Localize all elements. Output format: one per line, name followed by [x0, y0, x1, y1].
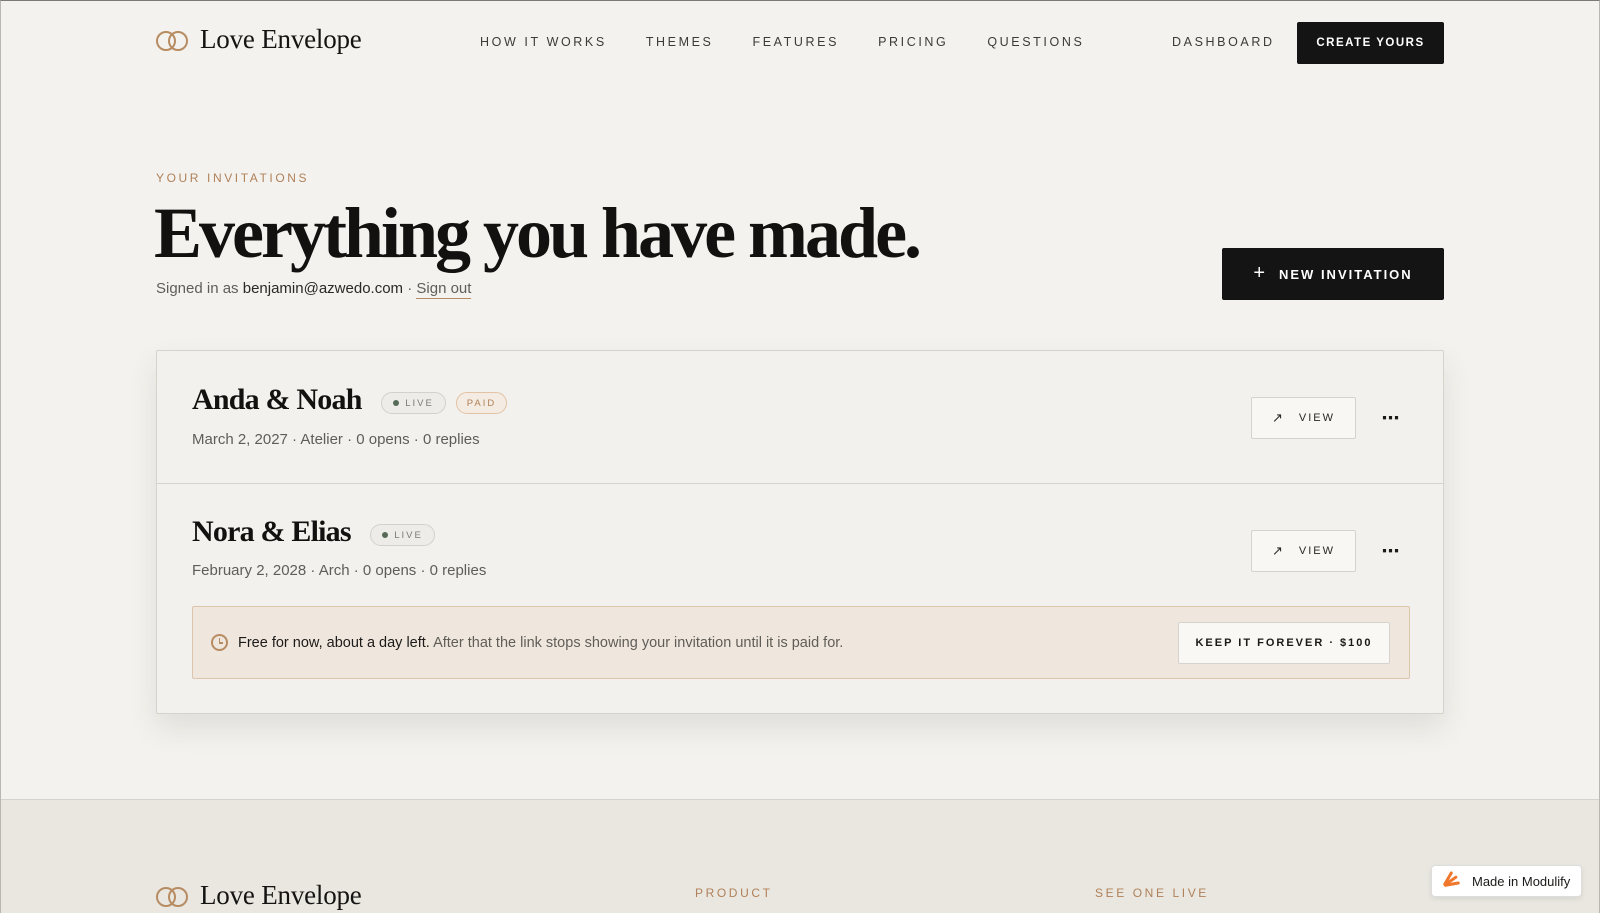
view-button[interactable]: ↗ VIEW	[1251, 397, 1356, 439]
nav-features[interactable]: FEATURES	[753, 35, 840, 49]
sign-out-link[interactable]: Sign out	[416, 280, 472, 299]
nav-links: HOW IT WORKS THEMES FEATURES PRICING QUE…	[480, 35, 1123, 49]
footer-heading-product: PRODUCT	[695, 886, 773, 900]
trial-notice-text: After that the link stops showing your i…	[429, 635, 844, 651]
footer-brand-name: Love Envelope	[200, 880, 362, 910]
status-badge-live: LIVE	[370, 524, 435, 546]
new-invitation-button[interactable]: + NEW INVITATION	[1222, 248, 1444, 300]
modulify-logo-icon	[1442, 870, 1464, 889]
signed-in-line: Signed in as benjamin@azwedo.com · Sign …	[156, 280, 472, 299]
nav-how-it-works[interactable]: HOW IT WORKS	[480, 35, 607, 49]
view-label: VIEW	[1298, 545, 1336, 557]
nav-pricing[interactable]: PRICING	[878, 35, 948, 49]
nav-themes[interactable]: THEMES	[646, 35, 714, 49]
invitation-row: Anda & Noah LIVE PAID March 2, 2027 · At…	[157, 351, 1443, 484]
new-invitation-label: NEW INVITATION	[1279, 266, 1413, 282]
section-eyebrow: YOUR INVITATIONS	[156, 171, 310, 185]
nav-dashboard[interactable]: DASHBOARD	[1172, 35, 1275, 49]
top-navigation: Love Envelope HOW IT WORKS THEMES FEATUR…	[0, 0, 1600, 86]
trial-notice-message: Free for now, about a day left. After th…	[238, 635, 843, 651]
invitations-list: Anda & Noah LIVE PAID March 2, 2027 · At…	[156, 350, 1444, 714]
live-dot-icon	[382, 532, 389, 538]
badge-label: LIVE	[405, 397, 434, 409]
more-options-icon[interactable]: ⋯	[1371, 531, 1411, 571]
badge-label: LIVE	[394, 529, 423, 541]
trial-notice-strong: Free for now, about a day left.	[238, 635, 430, 651]
create-yours-button[interactable]: CREATE YOURS	[1297, 22, 1444, 64]
rings-icon	[156, 884, 190, 908]
rings-icon	[156, 28, 190, 52]
status-badge-live: LIVE	[381, 392, 446, 414]
nav-questions[interactable]: QUESTIONS	[987, 35, 1084, 49]
arrow-up-right-icon: ↗	[1271, 410, 1285, 425]
footer-brand-logo[interactable]: Love Envelope	[156, 880, 362, 911]
footer-heading-see-one-live: SEE ONE LIVE	[1095, 886, 1209, 900]
trial-notice: Free for now, about a day left. After th…	[192, 606, 1410, 679]
view-button[interactable]: ↗ VIEW	[1251, 530, 1356, 572]
clock-icon	[211, 634, 228, 651]
invitation-meta: February 2, 2028 · Arch · 0 opens · 0 re…	[192, 562, 487, 579]
plus-icon: +	[1253, 262, 1267, 284]
page-title: Everything you have made.	[154, 193, 922, 273]
invitation-meta: March 2, 2027 · Atelier · 0 opens · 0 re…	[192, 431, 480, 448]
invitation-row: Nora & Elias LIVE February 2, 2028 · Arc…	[157, 484, 1443, 715]
modulify-label: Made in Modulify	[1472, 873, 1571, 889]
made-in-modulify-badge[interactable]: Made in Modulify	[1431, 865, 1582, 897]
signed-in-prefix: Signed in as	[156, 280, 239, 297]
status-badge-paid: PAID	[456, 392, 507, 414]
keep-forever-button[interactable]: KEEP IT FOREVER · $100	[1178, 622, 1390, 664]
more-options-icon[interactable]: ⋯	[1371, 398, 1411, 438]
footer: Love Envelope PRODUCT SEE ONE LIVE	[0, 799, 1600, 913]
separator-dot: ·	[407, 280, 413, 297]
user-email: benjamin@azwedo.com	[242, 280, 404, 297]
brand-logo[interactable]: Love Envelope	[156, 24, 362, 55]
invitation-couple-name[interactable]: Anda & Noah	[192, 383, 362, 417]
live-dot-icon	[393, 400, 400, 406]
arrow-up-right-icon: ↗	[1271, 543, 1285, 558]
brand-name: Love Envelope	[200, 24, 362, 54]
invitation-couple-name[interactable]: Nora & Elias	[192, 515, 352, 549]
view-label: VIEW	[1298, 412, 1336, 424]
badge-label: PAID	[466, 397, 497, 409]
